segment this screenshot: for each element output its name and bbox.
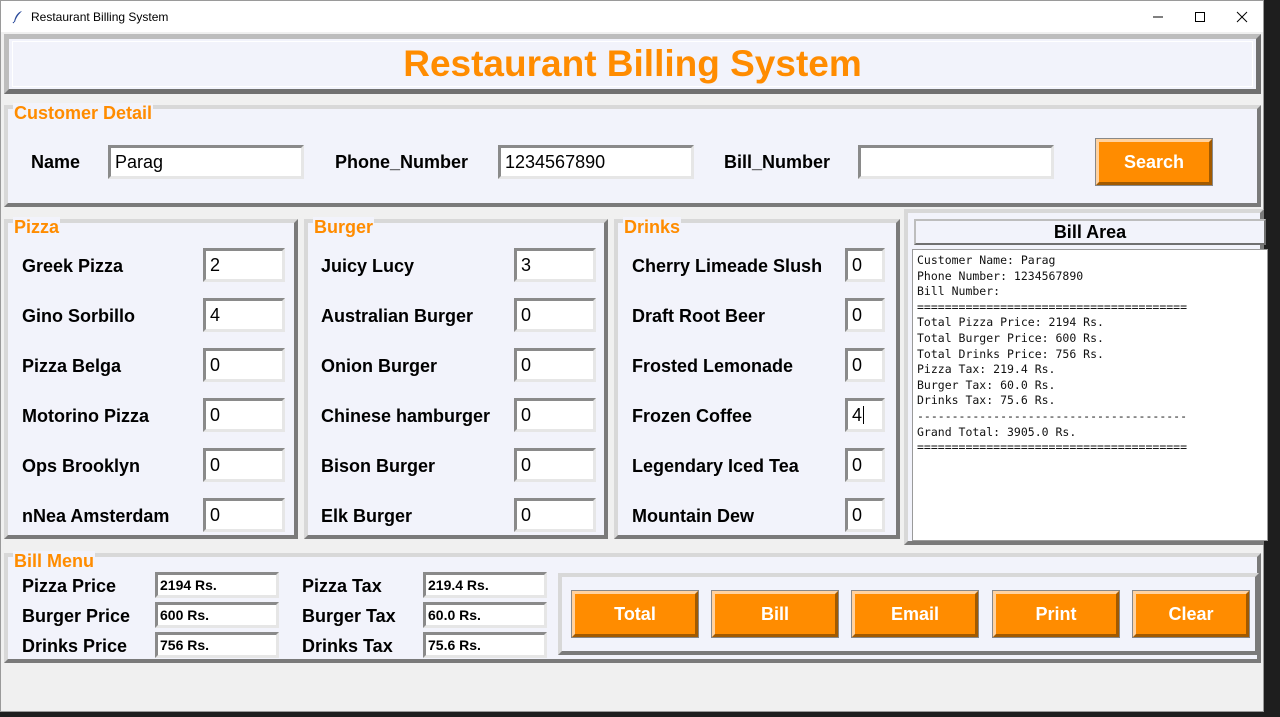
total-button[interactable]: Total [571, 590, 699, 638]
pizza-item-label: Motorino Pizza [22, 406, 149, 426]
burger-qty-input[interactable]: 0 [514, 448, 596, 482]
bill-menu-legend: Bill Menu [13, 551, 95, 571]
drinks-item-label: Frosted Lemonade [632, 356, 794, 376]
name-label: Name [31, 152, 81, 172]
drinks-qty-input[interactable]: 0 [845, 248, 885, 282]
bill-area-frame: Bill Area Customer Name: Parag Phone Num… [904, 209, 1268, 545]
title-bar: Restaurant Billing System [1, 1, 1263, 32]
drinks-frame: Drinks Cherry Limeade Slush 0 Draft Root… [614, 217, 900, 539]
feather-icon [12, 10, 22, 23]
burger-item-label: Chinese hamburger [321, 406, 491, 426]
pizza-item-label: Greek Pizza [22, 256, 124, 276]
burger-qty-input[interactable]: 0 [514, 398, 596, 432]
bill-menu-frame: Bill Menu Pizza Price 2194 Rs. Burger Pr… [4, 551, 1261, 663]
drinks-qty-value: 4 [852, 404, 863, 425]
app-window: Restaurant Billing System Restaurant Bil… [0, 0, 1268, 712]
pizza-price-field[interactable]: 2194 Rs. [155, 572, 279, 598]
minimize-button[interactable] [1137, 1, 1179, 32]
drinks-tax-label: Drinks Tax [302, 636, 393, 656]
drinks-price-field[interactable]: 756 Rs. [155, 632, 279, 658]
bill-number-label: Bill_Number [724, 152, 831, 172]
bill-text-area[interactable]: Customer Name: Parag Phone Number: 12345… [912, 249, 1268, 541]
drinks-price-label: Drinks Price [22, 636, 128, 656]
drinks-qty-input[interactable]: 0 [845, 348, 885, 382]
burger-qty-input[interactable]: 0 [514, 498, 596, 532]
pizza-legend: Pizza [13, 217, 61, 237]
pizza-price-label: Pizza Price [22, 576, 117, 596]
page-title: Restaurant Billing System [403, 43, 862, 84]
burger-price-field[interactable]: 600 Rs. [155, 602, 279, 628]
drinks-qty-input[interactable]: 0 [845, 448, 885, 482]
burger-qty-input[interactable]: 3 [514, 248, 596, 282]
name-input[interactable]: Parag [108, 145, 304, 179]
drinks-item-label: Legendary Iced Tea [632, 456, 799, 476]
pizza-qty-input[interactable]: 0 [203, 398, 285, 432]
print-button[interactable]: Print [992, 590, 1120, 638]
drinks-qty-input-focused[interactable]: 4 [845, 398, 885, 432]
burger-frame: Burger Juicy Lucy 3 Australian Burger 0 … [304, 217, 608, 539]
burger-price-label: Burger Price [22, 606, 131, 626]
customer-detail-legend: Customer Detail [13, 103, 154, 123]
minimize-icon [1153, 16, 1163, 17]
burger-item-label: Elk Burger [321, 506, 413, 526]
drinks-qty-input[interactable]: 0 [845, 498, 885, 532]
close-button[interactable] [1221, 1, 1263, 32]
clear-button[interactable]: Clear [1132, 590, 1250, 638]
pizza-item-label: Gino Sorbillo [22, 306, 135, 326]
burger-qty-input[interactable]: 0 [514, 298, 596, 332]
burger-item-label: Bison Burger [321, 456, 436, 476]
drinks-legend: Drinks [623, 217, 682, 237]
pizza-tax-field[interactable]: 219.4 Rs. [423, 572, 547, 598]
header-banner: Restaurant Billing System [4, 34, 1261, 94]
drinks-qty-input[interactable]: 0 [845, 298, 885, 332]
pizza-qty-input[interactable]: 0 [203, 448, 285, 482]
pizza-item-label: nNea Amsterdam [22, 506, 170, 526]
pizza-item-label: Ops Brooklyn [22, 456, 141, 476]
bill-area-title: Bill Area [914, 219, 1266, 245]
drinks-item-label: Cherry Limeade Slush [632, 256, 823, 276]
bill-number-input[interactable] [858, 145, 1054, 179]
bill-button[interactable]: Bill [711, 590, 839, 638]
drinks-item-label: Mountain Dew [632, 506, 754, 526]
burger-item-label: Onion Burger [321, 356, 437, 376]
drinks-item-label: Frozen Coffee [632, 406, 753, 426]
window-title: Restaurant Billing System [31, 9, 169, 24]
pizza-frame: Pizza Greek Pizza 2 Gino Sorbillo 4 Pizz… [4, 217, 298, 539]
pizza-item-label: Pizza Belga [22, 356, 122, 376]
search-button[interactable]: Search [1095, 138, 1213, 186]
drinks-tax-field[interactable]: 75.6 Rs. [423, 632, 547, 658]
burger-qty-input[interactable]: 0 [514, 348, 596, 382]
burger-legend: Burger [313, 217, 375, 237]
pizza-qty-input[interactable]: 0 [203, 348, 285, 382]
drinks-item-label: Draft Root Beer [632, 306, 766, 326]
burger-item-label: Juicy Lucy [321, 256, 415, 276]
burger-tax-field[interactable]: 60.0 Rs. [423, 602, 547, 628]
pizza-tax-label: Pizza Tax [302, 576, 382, 596]
text-cursor [863, 406, 865, 424]
pizza-qty-input[interactable]: 4 [203, 298, 285, 332]
burger-tax-label: Burger Tax [302, 606, 396, 626]
pizza-qty-input[interactable]: 0 [203, 498, 285, 532]
email-button[interactable]: Email [851, 590, 979, 638]
action-buttons-frame: Total Bill Email Print Clear [558, 573, 1259, 655]
close-icon [1236, 11, 1248, 22]
phone-input[interactable]: 1234567890 [498, 145, 694, 179]
customer-detail-frame: Customer Detail Name Parag Phone_Number … [4, 103, 1261, 207]
burger-item-label: Australian Burger [321, 306, 474, 326]
pizza-qty-input[interactable]: 2 [203, 248, 285, 282]
maximize-button[interactable] [1179, 1, 1221, 32]
maximize-icon [1195, 11, 1205, 22]
phone-label: Phone_Number [335, 152, 469, 172]
